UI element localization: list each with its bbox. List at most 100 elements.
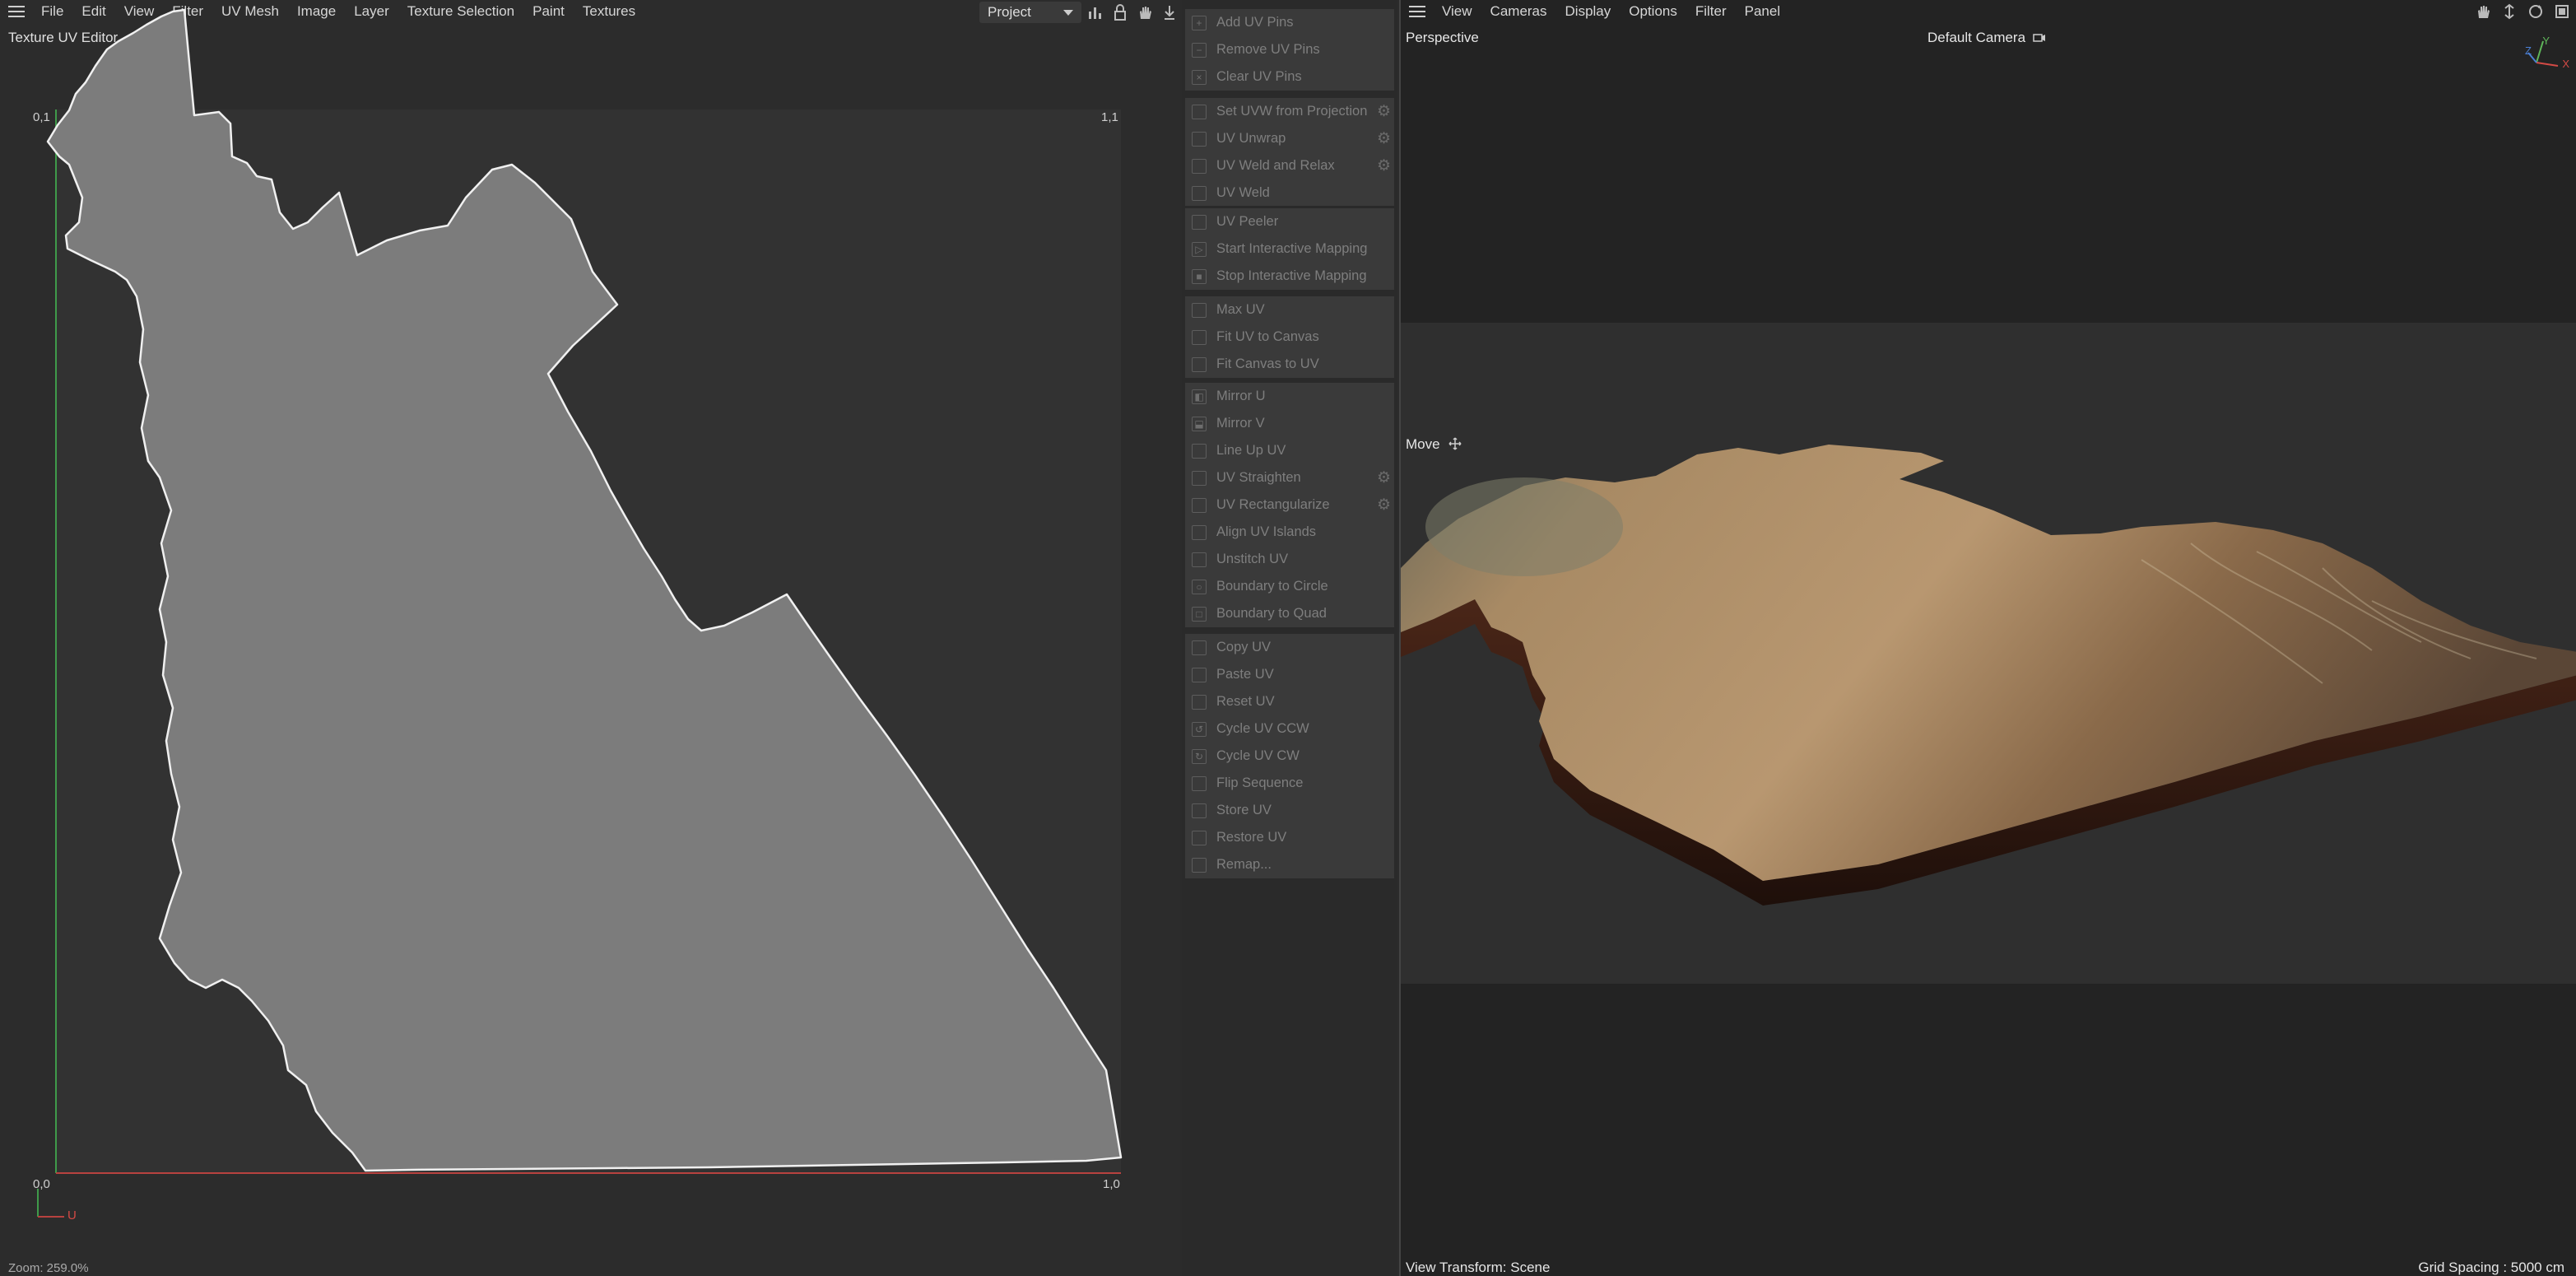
command-label: Fit UV to Canvas [1216, 329, 1319, 344]
dolly-arrows-icon[interactable] [2500, 2, 2518, 21]
command-remap[interactable]: Remap... [1185, 851, 1394, 878]
straighten-icon [1192, 470, 1207, 486]
command-remove-uv-pins[interactable]: − Remove UV Pins [1185, 36, 1394, 63]
view-transform-status: View Transform: Scene [1406, 1260, 1551, 1275]
orbit-icon[interactable] [2527, 2, 2545, 21]
command-label: Max UV [1216, 302, 1265, 317]
command-uv-unwrap[interactable]: UV Unwrap ⚙ [1185, 125, 1394, 152]
command-uv-peeler[interactable]: UV Peeler [1185, 208, 1394, 235]
viewport-menu-display[interactable]: Display [1565, 3, 1611, 20]
command-mirror-v[interactable]: ⬓ Mirror V [1185, 410, 1394, 437]
command-label: Set UVW from Projection [1216, 104, 1368, 119]
command-align-uv-islands[interactable]: Align UV Islands [1185, 519, 1394, 546]
maximize-panel-icon[interactable] [2553, 2, 2571, 21]
command-paste-uv[interactable]: Paste UV [1185, 661, 1394, 688]
restore-icon [1192, 830, 1207, 845]
command-uv-weld-and-relax[interactable]: UV Weld and Relax ⚙ [1185, 152, 1394, 179]
corner-label-bottom-right: 1,0 [1103, 1177, 1120, 1191]
command-uv-straighten[interactable]: UV Straighten ⚙ [1185, 464, 1394, 491]
command-label: Mirror U [1216, 389, 1266, 403]
camera-label[interactable]: Default Camera [1927, 30, 2046, 46]
command-start-interactive-mapping[interactable]: ▷ Start Interactive Mapping [1185, 235, 1394, 263]
view-name[interactable]: Perspective [1406, 30, 1479, 46]
align-icon [1192, 524, 1207, 540]
terrain-city-area [1425, 477, 1623, 576]
clear-icon: × [1192, 69, 1207, 85]
command-cycle-uv-ccw[interactable]: ↺ Cycle UV CCW [1185, 715, 1394, 743]
store-icon [1192, 803, 1207, 818]
terrain-model[interactable] [1401, 436, 2576, 963]
command-label: Copy UV [1216, 640, 1272, 654]
viewport-menu-view[interactable]: View [1442, 3, 1472, 20]
stop-icon: ■ [1192, 268, 1207, 284]
gear-icon[interactable]: ⚙ [1377, 129, 1391, 148]
viewport-menu-cameras[interactable]: Cameras [1490, 3, 1547, 20]
command-reset-uv[interactable]: Reset UV [1185, 688, 1394, 715]
relax-icon [1192, 158, 1207, 174]
uv-editor-panel: File Edit View Filter UV Mesh Image Layer Textu… [0, 0, 1180, 1276]
command-set-uvw-from-projection[interactable]: Set UVW from Projection ⚙ [1185, 98, 1394, 125]
u-axis-label: U [67, 1208, 77, 1222]
mirror-u-icon: ◧ [1192, 389, 1207, 404]
lineup-icon [1192, 443, 1207, 459]
max-icon [1192, 302, 1207, 318]
axis-y-label: Y [2542, 35, 2550, 47]
command-fit-canvas-to-uv[interactable]: Fit Canvas to UV [1185, 351, 1394, 378]
uv-overlay [46, 8, 1123, 1174]
pin-add-icon: + [1192, 15, 1207, 30]
command-label: Stop Interactive Mapping [1216, 268, 1367, 283]
command-copy-uv[interactable]: Copy UV [1185, 634, 1394, 661]
corner-label-top-left: 0,1 [33, 110, 50, 124]
gear-icon[interactable]: ⚙ [1377, 496, 1391, 515]
cw-icon: ↻ [1192, 748, 1207, 764]
fit-canvas-icon [1192, 356, 1207, 372]
command-unstitch-uv[interactable]: Unstitch UV [1185, 546, 1394, 573]
command-label: Unstitch UV [1216, 552, 1289, 566]
command-clear-uv-pins[interactable]: × Clear UV Pins [1185, 63, 1394, 91]
command-boundary-to-circle[interactable]: ○ Boundary to Circle [1185, 573, 1394, 600]
play-icon: ▷ [1192, 241, 1207, 257]
command-uv-weld[interactable]: UV Weld [1185, 179, 1394, 207]
command-label: Remove UV Pins [1216, 42, 1320, 57]
remap-icon [1192, 857, 1207, 873]
hand-pan-icon[interactable] [2474, 2, 2492, 21]
command-label: Paste UV [1216, 667, 1274, 682]
command-label: UV Peeler [1216, 214, 1279, 229]
command-boundary-to-quad[interactable]: □ Boundary to Quad [1185, 600, 1394, 627]
command-fit-uv-to-canvas[interactable]: Fit UV to Canvas [1185, 324, 1394, 351]
viewport-menu-items: View Cameras Display Options Filter Panel [1442, 3, 1798, 20]
viewport-menu-panel[interactable]: Panel [1745, 3, 1780, 20]
gear-icon[interactable]: ⚙ [1377, 102, 1391, 121]
camera-name: Default Camera [1927, 30, 2026, 45]
command-line-up-uv[interactable]: Line Up UV [1185, 437, 1394, 464]
mirror-v-icon: ⬓ [1192, 416, 1207, 431]
command-uv-rectangularize[interactable]: UV Rectangularize ⚙ [1185, 491, 1394, 519]
command-group: UV Peeler ▷ Start Interactive Mapping ■ Stop… [1185, 206, 1394, 290]
command-store-uv[interactable]: Store UV [1185, 797, 1394, 824]
command-add-uv-pins[interactable]: + Add UV Pins [1185, 9, 1394, 36]
copy-icon [1192, 640, 1207, 655]
command-stop-interactive-mapping[interactable]: ■ Stop Interactive Mapping [1185, 263, 1394, 290]
viewport-panel: View Cameras Display Options Filter Panel Per… [1399, 0, 2576, 1276]
uv-command-palette: + Add UV Pins − Remove UV Pins × Clear UV Pin… [1182, 0, 1397, 1276]
gear-icon[interactable]: ⚙ [1377, 468, 1391, 487]
command-label: Mirror V [1216, 416, 1265, 431]
command-label: Restore UV [1216, 830, 1287, 845]
zoom-level: Zoom: 259.0% [8, 1261, 89, 1275]
command-max-uv[interactable]: Max UV [1185, 296, 1394, 324]
command-label: UV Straighten [1216, 470, 1301, 485]
command-cycle-uv-cw[interactable]: ↻ Cycle UV CW [1185, 743, 1394, 770]
rect-icon [1192, 497, 1207, 513]
hamburger-menu-icon[interactable] [1409, 6, 1425, 17]
viewport-menu-filter[interactable]: Filter [1695, 3, 1727, 20]
command-restore-uv[interactable]: Restore UV [1185, 824, 1394, 851]
viewport-menubar: View Cameras Display Options Filter Panel [1401, 0, 1798, 23]
unwrap-icon [1192, 131, 1207, 147]
viewport-menu-options[interactable]: Options [1629, 3, 1677, 20]
command-label: Align UV Islands [1216, 524, 1317, 539]
command-label: UV Weld and Relax [1216, 158, 1335, 173]
gear-icon[interactable]: ⚙ [1377, 156, 1391, 175]
command-flip-sequence[interactable]: Flip Sequence [1185, 770, 1394, 797]
command-mirror-u[interactable]: ◧ Mirror U [1185, 383, 1394, 410]
command-group: Max UV Fit UV to Canvas Fit Canvas to UV [1185, 294, 1394, 378]
